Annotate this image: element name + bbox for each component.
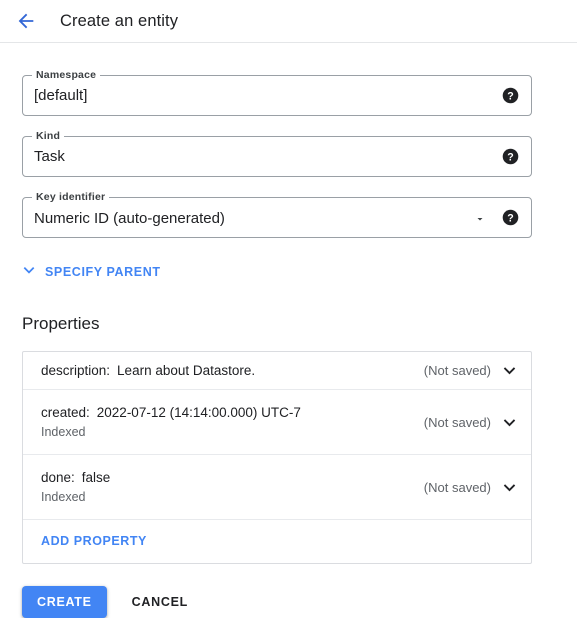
help-icon[interactable]: ? [502, 209, 519, 226]
cancel-button[interactable]: CANCEL [119, 586, 201, 618]
key-identifier-value[interactable]: Numeric ID (auto-generated) [23, 209, 474, 227]
property-main: description: Learn about Datastore. [41, 363, 255, 378]
create-button[interactable]: CREATE [22, 586, 107, 618]
back-button[interactable] [8, 3, 44, 39]
property-value: false [81, 470, 111, 485]
specify-parent-toggle[interactable]: SPECIFY PARENT [22, 263, 161, 280]
property-status-group: (Not saved) [424, 480, 517, 495]
add-property-button[interactable]: ADD PROPERTY [41, 534, 147, 548]
status-badge: (Not saved) [423, 479, 491, 495]
chevron-down-icon [22, 263, 36, 280]
help-icon[interactable]: ? [502, 87, 519, 104]
svg-text:?: ? [507, 90, 513, 102]
property-value: 2022-07-12 (14:14:00.000) UTC-7 [96, 405, 301, 420]
svg-text:?: ? [507, 151, 513, 163]
page-header: Create an entity [0, 0, 577, 43]
property-info: description: Learn about Datastore. [41, 363, 255, 378]
property-key: done: [41, 470, 75, 485]
add-property-row[interactable]: ADD PROPERTY [23, 520, 531, 563]
namespace-input[interactable] [23, 86, 502, 105]
property-index-label: Indexed [41, 490, 86, 504]
chevron-down-icon[interactable] [502, 363, 517, 378]
table-row[interactable]: created: 2022-07-12 (14:14:00.000) UTC-7 … [23, 390, 531, 455]
property-info: done: false Indexed [41, 470, 110, 504]
property-main: done: false [41, 470, 110, 485]
kind-input[interactable] [23, 147, 502, 166]
status-badge: (Not saved) [423, 414, 491, 430]
namespace-label: Namespace [32, 69, 101, 81]
form-actions: CREATE CANCEL [22, 586, 577, 618]
property-key: created: [41, 405, 90, 420]
property-value: Learn about Datastore. [117, 363, 256, 378]
property-status-group: (Not saved) [424, 415, 517, 430]
kind-label: Kind [32, 130, 65, 142]
property-key: description: [41, 363, 111, 378]
kind-field[interactable]: Kind ? [22, 130, 532, 177]
help-icon[interactable]: ? [502, 148, 519, 165]
key-identifier-field[interactable]: Key identifier Numeric ID (auto-generate… [22, 191, 532, 238]
namespace-field[interactable]: Namespace ? [22, 69, 532, 116]
chevron-down-icon[interactable] [502, 480, 517, 495]
table-row[interactable]: description: Learn about Datastore. (Not … [23, 352, 531, 390]
properties-heading: Properties [22, 314, 100, 333]
arrow-left-icon [15, 10, 37, 32]
page-title: Create an entity [60, 11, 179, 30]
property-main: created: 2022-07-12 (14:14:00.000) UTC-7 [41, 405, 301, 420]
property-status-group: (Not saved) [424, 363, 517, 378]
specify-parent-label: SPECIFY PARENT [45, 264, 161, 279]
status-badge: (Not saved) [423, 363, 491, 378]
property-info: created: 2022-07-12 (14:14:00.000) UTC-7 … [41, 405, 301, 439]
svg-text:?: ? [507, 212, 513, 224]
property-index-label: Indexed [41, 425, 86, 439]
chevron-down-icon[interactable] [502, 415, 517, 430]
chevron-down-icon[interactable] [474, 212, 486, 224]
key-identifier-label: Key identifier [32, 191, 110, 203]
page-content: Namespace ? Kind ? Key identifier Numeri… [0, 69, 577, 618]
properties-card: description: Learn about Datastore. (Not … [22, 351, 532, 564]
table-row[interactable]: done: false Indexed (Not saved) [23, 455, 531, 520]
